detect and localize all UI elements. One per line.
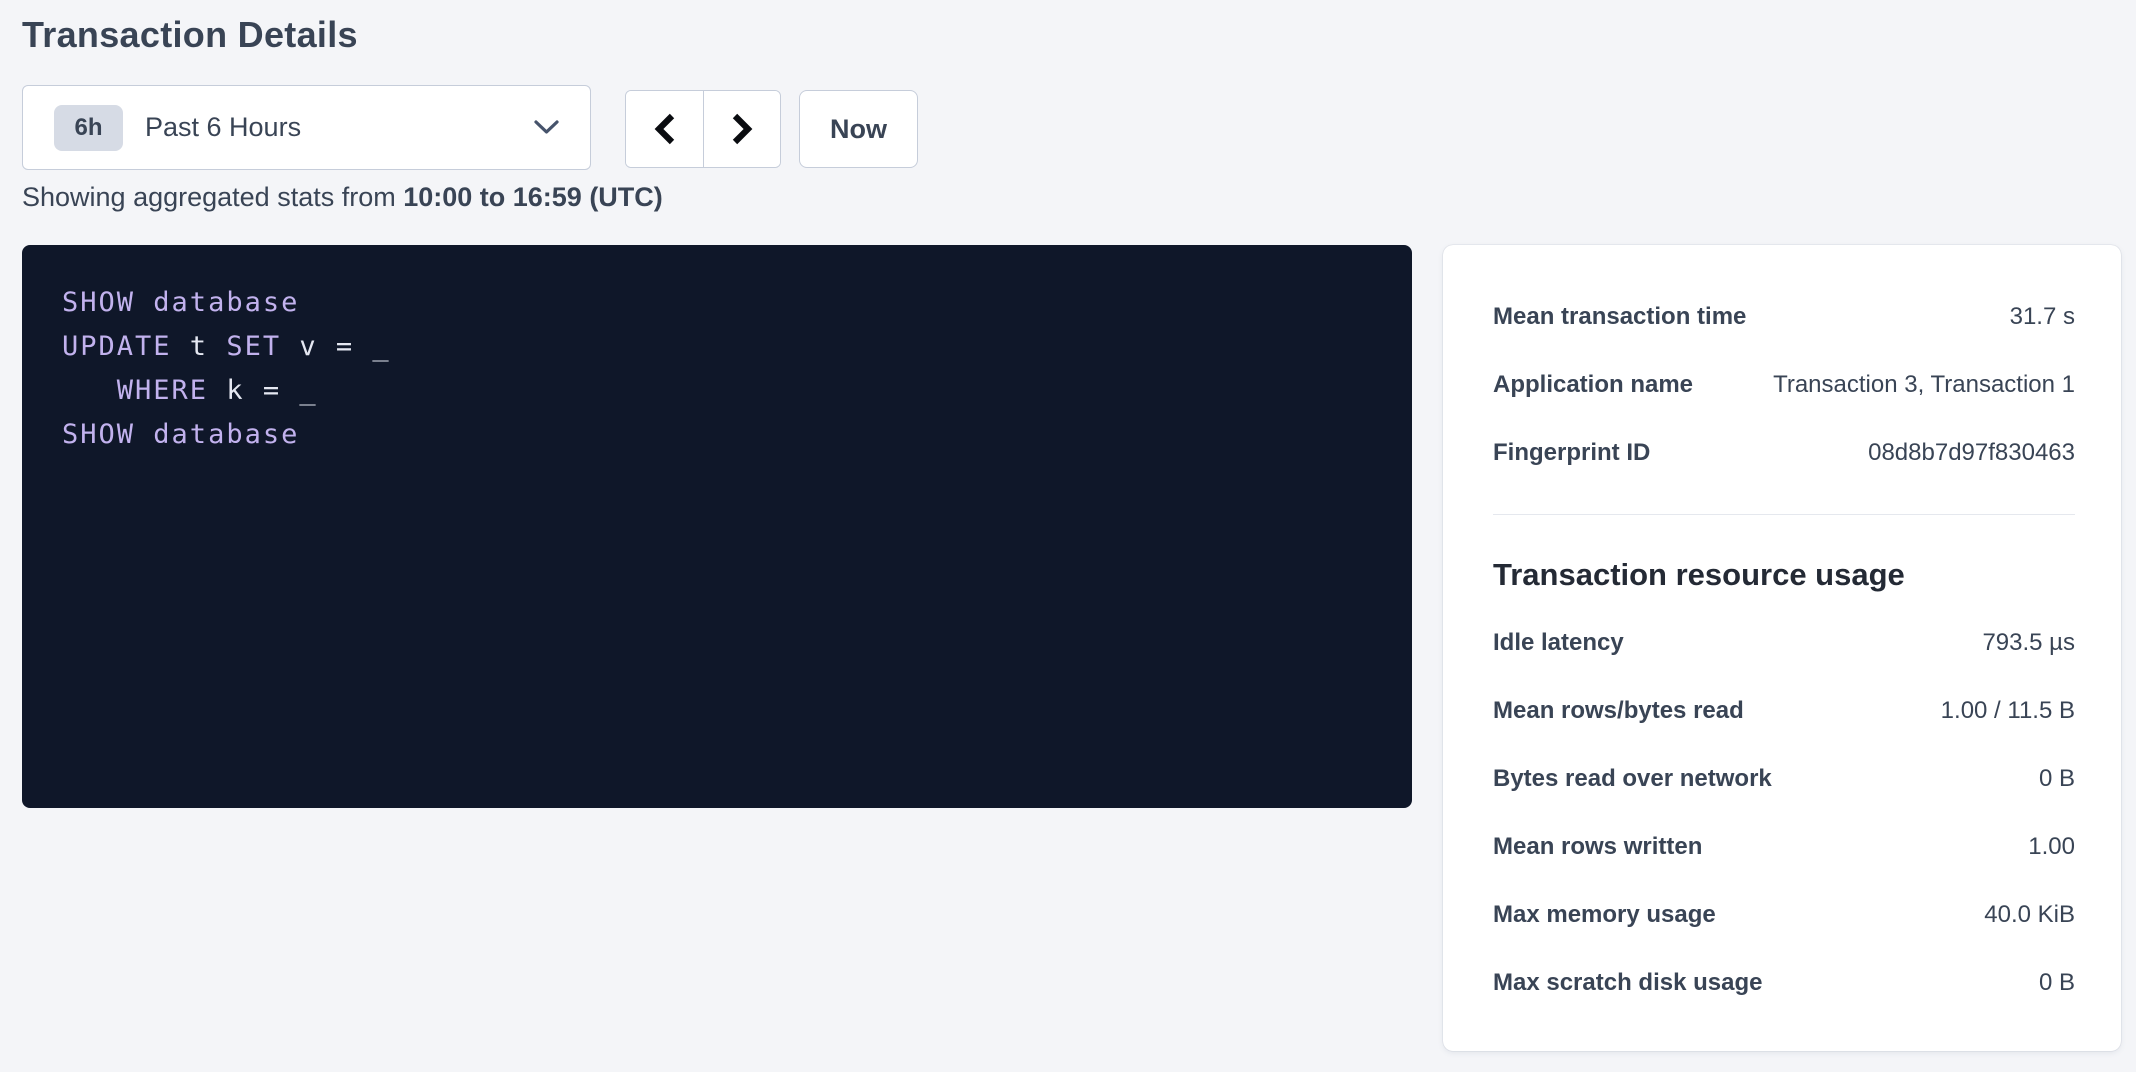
stat-value: 793.5 µs (1982, 629, 2075, 657)
resource-usage-stats: Idle latency 793.5 µs Mean rows/bytes read… (1493, 609, 2075, 1017)
stat-label: Mean transaction time (1493, 303, 1766, 331)
chevron-down-icon (533, 119, 560, 136)
aggregated-stats-caption: Showing aggregated stats from 10:00 to 1… (22, 182, 663, 213)
stat-row: Max scratch disk usage 0 B (1493, 949, 2075, 1017)
stat-value: 1.00 / 11.5 B (1941, 697, 2075, 725)
time-controls: 6h Past 6 Hours Now (22, 85, 918, 170)
sql-identifier: v = _ (281, 331, 391, 362)
stat-value: 08d8b7d97f830463 (1868, 439, 2075, 467)
main-content: SHOW databaseUPDATE t SET v = _ WHERE k … (22, 245, 2121, 1051)
sql-keyword: database (153, 419, 299, 450)
chevron-right-icon (730, 112, 754, 146)
sql-code-line: SHOW database (62, 281, 1372, 325)
now-button[interactable]: Now (799, 90, 918, 168)
sql-keyword: WHERE (117, 375, 208, 406)
stat-label: Mean rows/bytes read (1493, 697, 1764, 725)
stat-row: Bytes read over network 0 B (1493, 745, 2075, 813)
caption-time-range: 10:00 to 16:59 (UTC) (403, 182, 663, 212)
resource-usage-heading: Transaction resource usage (1493, 553, 2075, 597)
time-range-dropdown[interactable]: 6h Past 6 Hours (22, 85, 591, 170)
sql-keyword: database (153, 287, 299, 318)
stat-label: Mean rows written (1493, 833, 1722, 861)
stat-row: Idle latency 793.5 µs (1493, 609, 2075, 677)
time-range-selected-label: Past 6 Hours (145, 112, 533, 143)
sql-keyword: SHOW (62, 419, 135, 450)
sql-keyword: SET (226, 331, 281, 362)
sql-code-line: WHERE k = _ (62, 369, 1372, 413)
sql-identifier: k = _ (208, 375, 318, 406)
sql-identifier (135, 419, 153, 450)
time-range-badge: 6h (54, 105, 123, 151)
sql-code-line: UPDATE t SET v = _ (62, 325, 1372, 369)
sql-code-line: SHOW database (62, 413, 1372, 457)
caption-prefix: Showing aggregated stats from (22, 182, 403, 212)
sql-identifier (62, 375, 117, 406)
stat-row: Fingerprint ID 08d8b7d97f830463 (1493, 419, 2075, 487)
stat-row: Mean rows/bytes read 1.00 / 11.5 B (1493, 677, 2075, 745)
stat-label: Max memory usage (1493, 901, 1736, 929)
transaction-details-page: Transaction Details 6h Past 6 Hours Now (0, 0, 2136, 1072)
stat-value: 0 B (2039, 765, 2075, 793)
sql-keyword: UPDATE (62, 331, 172, 362)
time-step-button-group (625, 90, 781, 168)
stat-value: 31.7 s (2010, 303, 2075, 331)
stat-value: Transaction 3, Transaction 1 (1773, 371, 2075, 399)
stat-row: Mean rows written 1.00 (1493, 813, 2075, 881)
card-divider (1493, 514, 2075, 515)
sql-keyword: SHOW (62, 287, 135, 318)
page-title: Transaction Details (22, 14, 358, 56)
stat-row: Mean transaction time 31.7 s (1493, 283, 2075, 351)
summary-stats: Mean transaction time 31.7 s Application n… (1493, 283, 2075, 487)
stat-value: 0 B (2039, 969, 2075, 997)
stat-value: 40.0 KiB (1984, 901, 2075, 929)
sql-statement-box: SHOW databaseUPDATE t SET v = _ WHERE k … (22, 245, 1412, 808)
stat-label: Idle latency (1493, 629, 1644, 657)
chevron-left-icon (653, 112, 677, 146)
stat-label: Application name (1493, 371, 1713, 399)
stat-row: Application name Transaction 3, Transacti… (1493, 351, 2075, 419)
stat-value: 1.00 (2028, 833, 2075, 861)
stat-row: Max memory usage 40.0 KiB (1493, 881, 2075, 949)
stat-label: Max scratch disk usage (1493, 969, 1782, 997)
sql-identifier: t (172, 331, 227, 362)
stat-label: Fingerprint ID (1493, 439, 1670, 467)
next-time-button[interactable] (703, 91, 780, 167)
stat-label: Bytes read over network (1493, 765, 1792, 793)
sql-identifier (135, 287, 153, 318)
prev-time-button[interactable] (626, 91, 703, 167)
transaction-details-card: Mean transaction time 31.7 s Application n… (1443, 245, 2121, 1051)
